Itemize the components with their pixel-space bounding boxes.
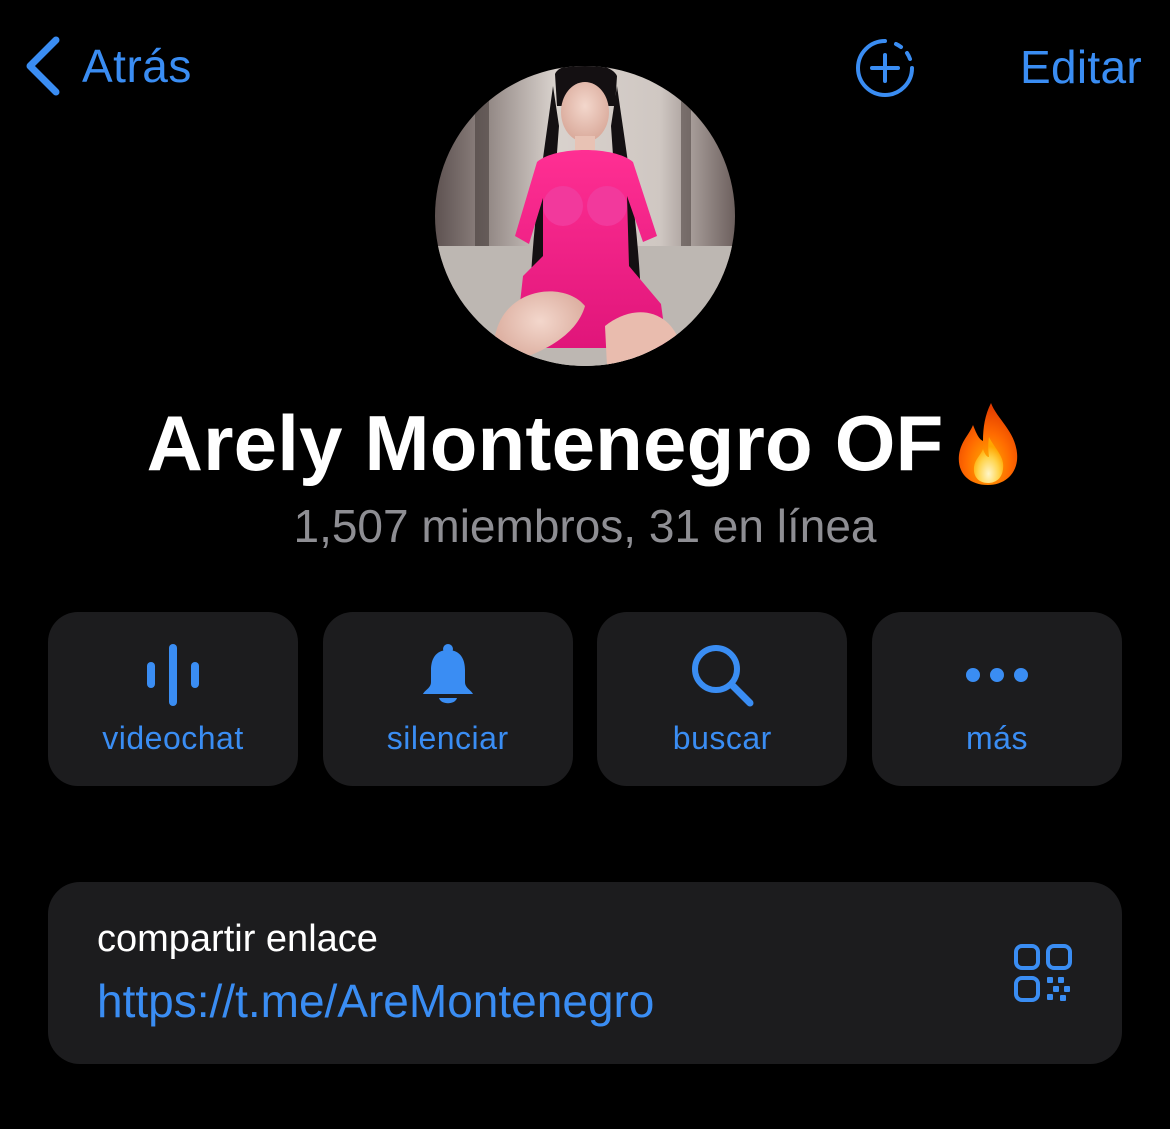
search-button[interactable]: buscar bbox=[597, 612, 848, 786]
back-label: Atrás bbox=[82, 40, 192, 92]
qr-code-icon[interactable] bbox=[1012, 942, 1074, 1004]
ellipsis-icon bbox=[965, 668, 1028, 682]
share-link-card[interactable]: compartir enlace https://t.me/AreMontene… bbox=[48, 882, 1122, 1064]
videochat-label: videochat bbox=[102, 720, 244, 756]
search-icon bbox=[692, 645, 754, 707]
edit-button[interactable]: Editar bbox=[1020, 40, 1142, 94]
fire-emoji bbox=[959, 402, 1018, 485]
share-link-url[interactable]: https://t.me/AreMontenegro bbox=[97, 974, 654, 1028]
action-bar: videochat silenciar buscar más bbox=[48, 612, 1122, 786]
waveform-icon bbox=[147, 644, 199, 706]
mute-label: silenciar bbox=[386, 720, 509, 756]
avatar-photo bbox=[435, 66, 735, 366]
mute-button[interactable]: silenciar bbox=[322, 612, 573, 786]
member-status: 1,507 miembros, 31 en línea bbox=[293, 500, 877, 552]
avatar[interactable] bbox=[435, 66, 735, 366]
chevron-left-icon bbox=[26, 36, 60, 96]
search-label: buscar bbox=[672, 720, 772, 756]
title-row: Arely Montenegro OF bbox=[0, 398, 1170, 489]
more-label: más bbox=[965, 720, 1028, 756]
more-button[interactable]: más bbox=[871, 612, 1122, 786]
share-link-caption: compartir enlace bbox=[97, 918, 378, 960]
bell-icon bbox=[422, 644, 473, 704]
videochat-button[interactable]: videochat bbox=[48, 612, 298, 786]
add-story-icon[interactable] bbox=[854, 37, 916, 99]
channel-name: Arely Montenegro OF bbox=[146, 399, 944, 487]
back-button[interactable]: Atrás bbox=[22, 34, 192, 98]
